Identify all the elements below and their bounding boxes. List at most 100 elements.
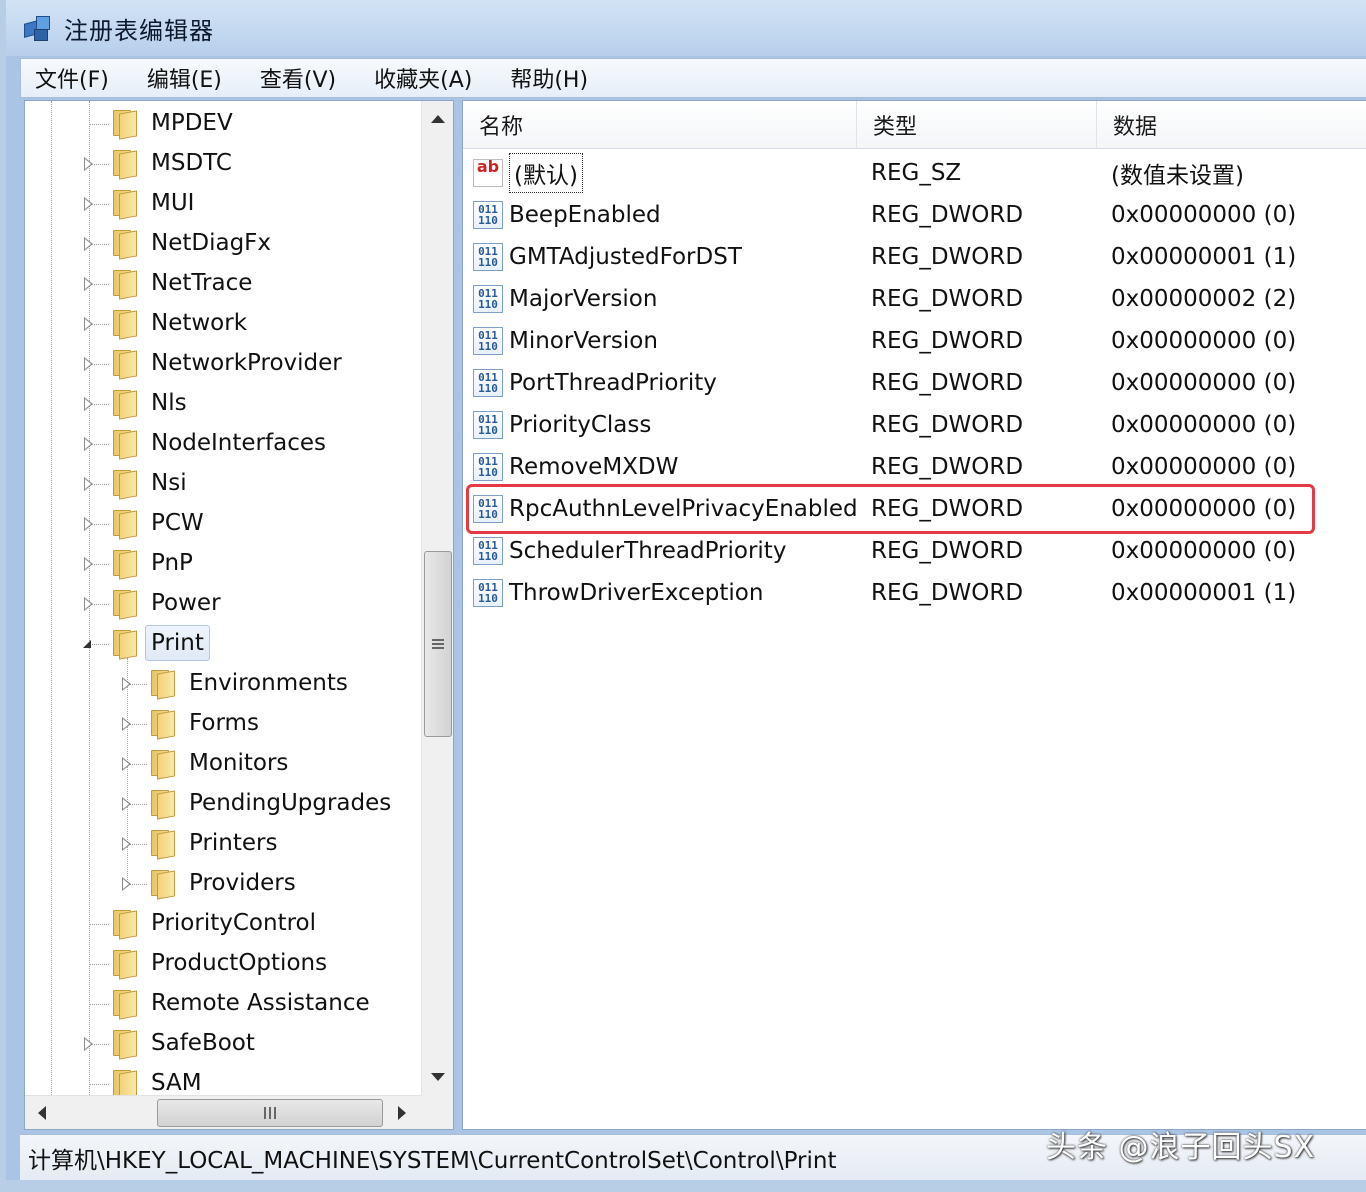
tree-item[interactable]: NodeInterfaces — [25, 424, 421, 464]
menu-help[interactable]: 帮助(H) — [506, 60, 592, 96]
expand-arrow-icon[interactable] — [122, 837, 131, 851]
tree-item-label: NodeInterfaces — [151, 430, 326, 456]
expand-arrow-icon[interactable] — [84, 277, 93, 291]
status-path: 计算机\HKEY_LOCAL_MACHINE\SYSTEM\CurrentCon… — [28, 1147, 837, 1174]
tree-item[interactable]: Providers — [25, 864, 421, 904]
tree-item[interactable]: PnP — [25, 544, 421, 584]
expand-arrow-icon[interactable] — [84, 517, 93, 531]
tree-item[interactable]: Printers — [25, 824, 421, 864]
value-row[interactable]: 011 110 RemoveMXDW REG_DWORD 0x00000000 (0) — [473, 446, 1353, 488]
scroll-left-button[interactable] — [25, 1096, 59, 1130]
tree-item[interactable]: ProductOptions — [25, 944, 421, 984]
horizontal-scroll-thumb[interactable] — [157, 1099, 383, 1127]
menu-file[interactable]: 文件(F) — [31, 60, 113, 96]
expand-arrow-icon[interactable] — [84, 197, 93, 211]
tree-item-label: SAM — [151, 1070, 202, 1095]
tree-item[interactable]: MPDEV — [25, 104, 421, 144]
tree-item[interactable]: Forms — [25, 704, 421, 744]
tree-item-label: Nls — [151, 390, 187, 416]
scroll-right-button[interactable] — [385, 1096, 419, 1130]
tree-item-label: PCW — [151, 510, 204, 536]
registry-editor-window: 注册表编辑器 文件(F) 编辑(E) 查看(V) 收藏夹(A) 帮助(H) MP… — [0, 0, 1366, 1192]
expand-arrow-icon[interactable] — [122, 757, 131, 771]
value-row[interactable]: 011 110 SchedulerThreadPriority REG_DWORD 0… — [473, 530, 1353, 572]
reg-dword-icon: 011 110 — [473, 285, 503, 313]
tree-item[interactable]: Power — [25, 584, 421, 624]
value-row[interactable]: 011 110 ThrowDriverException REG_DWORD 0x00… — [473, 572, 1353, 614]
value-row[interactable]: 011 110 GMTAdjustedForDST REG_DWORD 0x00000… — [473, 236, 1353, 278]
scrollbar-corner — [421, 1095, 453, 1129]
column-header-data[interactable]: 数据 — [1097, 101, 1366, 149]
tree-item-label: Printers — [189, 830, 278, 856]
value-row[interactable]: 011 110 MinorVersion REG_DWORD 0x00000000 (… — [473, 320, 1353, 362]
reg-dword-icon: 011 110 — [473, 243, 503, 271]
tree-item[interactable]: NetTrace — [25, 264, 421, 304]
column-header-name[interactable]: 名称 — [463, 101, 857, 149]
registry-tree-pane[interactable]: MPDEV MSDTC MUI NetDiagFx NetTrace Network Net… — [24, 100, 454, 1130]
scroll-down-button[interactable] — [422, 1059, 454, 1095]
reg-dword-icon: 011 110 — [473, 453, 503, 481]
tree-item[interactable]: PriorityControl — [25, 904, 421, 944]
tree-item[interactable]: Nls — [25, 384, 421, 424]
column-header-type[interactable]: 类型 — [857, 101, 1097, 149]
tree-item[interactable]: Environments — [25, 664, 421, 704]
tree-item[interactable]: PendingUpgrades — [25, 784, 421, 824]
expand-arrow-icon[interactable] — [84, 557, 93, 571]
collapse-arrow-icon[interactable] — [83, 640, 91, 648]
menu-edit[interactable]: 编辑(E) — [143, 60, 226, 96]
expand-arrow-icon[interactable] — [84, 1037, 93, 1051]
value-row[interactable]: 011 110 BeepEnabled REG_DWORD 0x00000000 (0… — [473, 194, 1353, 236]
reg-dword-icon: 011 110 — [473, 369, 503, 397]
tree-item[interactable]: Remote Assistance — [25, 984, 421, 1024]
expand-arrow-icon[interactable] — [84, 237, 93, 251]
reg-dword-icon: 011 110 — [473, 537, 503, 565]
tree-item[interactable]: PCW — [25, 504, 421, 544]
tree-item[interactable]: NetworkProvider — [25, 344, 421, 384]
value-row[interactable]: 011 110 PriorityClass REG_DWORD 0x00000000 … — [473, 404, 1353, 446]
tree-item[interactable]: MSDTC — [25, 144, 421, 184]
expand-arrow-icon[interactable] — [84, 157, 93, 171]
tree-horizontal-scrollbar[interactable] — [25, 1095, 421, 1129]
value-name: BeepEnabled — [509, 202, 661, 228]
tree-item[interactable]: Nsi — [25, 464, 421, 504]
expand-arrow-icon[interactable] — [84, 317, 93, 331]
value-name-cell: 011 110 MajorVersion — [473, 278, 657, 320]
expand-arrow-icon[interactable] — [84, 477, 93, 491]
vertical-scroll-thumb[interactable] — [424, 551, 452, 737]
expand-arrow-icon[interactable] — [84, 397, 93, 411]
folder-icon — [149, 868, 175, 900]
tree-vertical-scrollbar[interactable] — [421, 101, 453, 1095]
expand-arrow-icon[interactable] — [84, 597, 93, 611]
tree-item[interactable]: SAM — [25, 1064, 421, 1095]
tree-item-label: Forms — [189, 710, 259, 736]
expand-arrow-icon[interactable] — [84, 357, 93, 371]
expand-arrow-icon[interactable] — [84, 437, 93, 451]
tree-item-label: MUI — [151, 190, 195, 216]
value-type: REG_DWORD — [871, 370, 1024, 396]
expand-arrow-icon[interactable] — [122, 717, 131, 731]
expand-arrow-icon[interactable] — [122, 677, 131, 691]
tree-connector-line — [89, 924, 109, 925]
value-row[interactable]: 011 110 PortThreadPriority REG_DWORD 0x0000… — [473, 362, 1353, 404]
value-row[interactable]: ab (默认) REG_SZ (数值未设置) — [473, 152, 1353, 194]
tree-item-label: Environments — [189, 670, 348, 696]
value-data: 0x00000001 (1) — [1111, 244, 1297, 270]
registry-values-pane[interactable]: 名称 类型 数据 ab (默认) REG_SZ (数值未设置) 011 110 BeepE… — [462, 100, 1366, 1130]
folder-icon — [149, 788, 175, 820]
tree-item[interactable]: NetDiagFx — [25, 224, 421, 264]
menu-bar: 文件(F) 编辑(E) 查看(V) 收藏夹(A) 帮助(H) — [20, 58, 1366, 98]
tree-item-label: PnP — [151, 550, 193, 576]
scroll-up-button[interactable] — [422, 101, 454, 137]
value-row[interactable]: 011 110 MajorVersion REG_DWORD 0x00000002 (… — [473, 278, 1353, 320]
folder-icon — [111, 308, 137, 340]
tree-item[interactable]: Network — [25, 304, 421, 344]
expand-arrow-icon[interactable] — [122, 877, 131, 891]
tree-item[interactable]: Print — [25, 624, 421, 664]
expand-arrow-icon[interactable] — [122, 797, 131, 811]
folder-icon — [111, 628, 137, 660]
menu-favorites[interactable]: 收藏夹(A) — [370, 60, 476, 96]
tree-item[interactable]: Monitors — [25, 744, 421, 784]
tree-item[interactable]: SafeBoot — [25, 1024, 421, 1064]
menu-view[interactable]: 查看(V) — [256, 60, 340, 96]
tree-item[interactable]: MUI — [25, 184, 421, 224]
